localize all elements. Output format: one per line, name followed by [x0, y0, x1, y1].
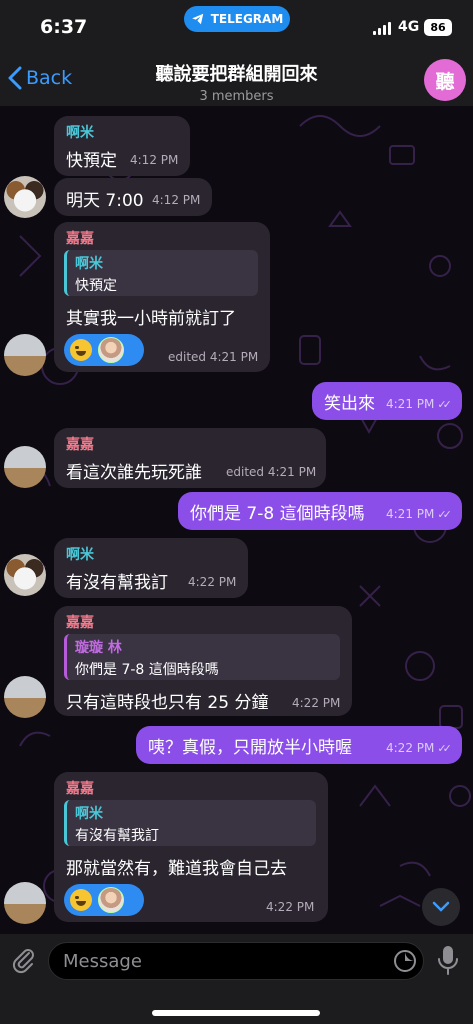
message-time: edited 4:21 PM [226, 465, 317, 479]
telegram-icon [191, 13, 203, 25]
reply-text: 有沒有幫我訂 [75, 828, 159, 844]
member-count: 3 members [199, 89, 274, 104]
telegram-pill-label: TELEGRAM [210, 12, 284, 26]
status-time: 6:37 [40, 16, 88, 38]
message-text: 看這次誰先玩死誰 [66, 463, 202, 483]
reply-sender: 璇璇 林 [75, 640, 122, 656]
reactor-avatar [98, 887, 124, 913]
message-time: 4:22 PM [188, 575, 237, 589]
sender-avatar[interactable] [4, 882, 46, 924]
message-bubble[interactable]: 啊米 有沒有幫我訂 4:22 PM [54, 538, 248, 598]
message-text: 那就當然有，難道我會自己去 [66, 859, 287, 879]
reply-preview[interactable]: 啊米 有沒有幫我訂 [64, 800, 316, 846]
paperclip-icon[interactable] [10, 946, 38, 974]
message-time-text: 4:22 PM [386, 741, 435, 755]
reaction-chip[interactable] [64, 884, 144, 916]
sender-name: 啊米 [66, 547, 94, 563]
back-label: Back [26, 67, 73, 89]
message-text: 其實我一小時前就訂了 [66, 309, 236, 329]
back-button[interactable]: Back [8, 66, 72, 90]
signal-icon [373, 22, 391, 35]
message-time: 4:12 PM [152, 193, 201, 207]
scroll-to-bottom-button[interactable] [422, 888, 460, 926]
microphone-icon[interactable] [436, 944, 460, 976]
status-bar: 6:37 TELEGRAM 4G 86 [0, 0, 473, 56]
message-bubble[interactable]: 嘉嘉 啊米 有沒有幫我訂 那就當然有，難道我會自己去 4:22 PM [54, 772, 328, 922]
message-time-text: 4:21 PM [386, 507, 435, 521]
battery-indicator: 86 [424, 19, 452, 36]
message-time: 4:12 PM [130, 153, 179, 167]
sender-avatar[interactable] [4, 676, 46, 718]
reply-text: 快預定 [75, 278, 117, 294]
back-chevron-icon [8, 66, 22, 90]
chat-header: Back 聽說要把群組開回來 3 members 聽 [0, 56, 473, 106]
reply-preview[interactable]: 啊米 快預定 [64, 250, 258, 296]
message-text: 有沒有幫我訂 [66, 573, 168, 593]
reply-sender: 啊米 [75, 256, 103, 272]
message-text: 快預定 [66, 151, 117, 171]
message-time: 4:21 PM ✓✓ [386, 507, 452, 521]
network-type: 4G [398, 19, 420, 35]
sender-avatar[interactable] [4, 554, 46, 596]
message-bubble[interactable]: 你們是 7-8 這個時段嗎 4:21 PM ✓✓ [178, 492, 462, 530]
message-bubble[interactable]: 明天 7:00 4:12 PM [54, 178, 212, 216]
chevron-down-icon [432, 901, 450, 912]
chat-title-area[interactable]: 聽說要把群組開回來 3 members [100, 60, 373, 104]
sender-name: 嘉嘉 [66, 231, 94, 247]
message-bubble[interactable]: 嘉嘉 看這次誰先玩死誰 edited 4:21 PM [54, 428, 326, 488]
message-time: 4:22 PM [266, 900, 315, 914]
sender-name: 嘉嘉 [66, 615, 94, 631]
message-input[interactable] [48, 942, 424, 980]
message-time: edited 4:21 PM [168, 350, 259, 364]
sender-name: 嘉嘉 [66, 781, 94, 797]
message-bubble[interactable]: 咦？真假，只開放半小時喔 4:22 PM ✓✓ [136, 726, 462, 764]
double-check-icon: ✓✓ [437, 398, 452, 411]
message-bubble[interactable]: 嘉嘉 啊米 快預定 其實我一小時前就訂了 edited 4:21 PM [54, 222, 270, 372]
message-bubble[interactable]: 嘉嘉 璇璇 林 你們是 7-8 這個時段嗎 只有這時段也只有 25 分鐘 4:2… [54, 606, 352, 716]
sender-avatar[interactable] [4, 334, 46, 376]
message-list[interactable]: 啊米 快預定 4:12 PM 明天 7:00 4:12 PM 嘉嘉 啊米 快預定… [0, 106, 473, 934]
chat-title: 聽說要把群組開回來 [155, 64, 318, 85]
message-text: 你們是 7-8 這個時段嗎 [190, 504, 365, 524]
message-text: 笑出來 [324, 394, 375, 414]
telegram-app-pill[interactable]: TELEGRAM [184, 6, 290, 32]
sender-avatar[interactable] [4, 176, 46, 218]
home-indicator [152, 1010, 320, 1016]
reply-sender: 啊米 [75, 806, 103, 822]
double-check-icon: ✓✓ [437, 742, 452, 755]
reaction-chip[interactable] [64, 334, 144, 366]
message-time: 4:22 PM ✓✓ [386, 741, 452, 755]
message-time-text: 4:21 PM [386, 397, 435, 411]
sticker-icon[interactable] [392, 948, 418, 974]
message-text: 明天 7:00 [66, 191, 144, 211]
message-bubble[interactable]: 笑出來 4:21 PM ✓✓ [312, 382, 462, 420]
laughing-emoji-icon [70, 889, 92, 911]
message-text: 只有這時段也只有 25 分鐘 [66, 693, 269, 713]
message-text: 咦？真假，只開放半小時喔 [148, 738, 352, 758]
reactor-avatar [98, 337, 124, 363]
reply-preview[interactable]: 璇璇 林 你們是 7-8 這個時段嗎 [64, 634, 340, 680]
reply-text: 你們是 7-8 這個時段嗎 [75, 662, 219, 678]
sender-name: 啊米 [66, 125, 94, 141]
double-check-icon: ✓✓ [437, 508, 452, 521]
group-avatar[interactable]: 聽 [424, 59, 466, 101]
message-time: 4:21 PM ✓✓ [386, 397, 452, 411]
laughing-emoji-icon [70, 339, 92, 361]
message-time: 4:22 PM [292, 696, 341, 710]
sender-name: 嘉嘉 [66, 437, 94, 453]
message-bubble[interactable]: 啊米 快預定 4:12 PM [54, 116, 190, 176]
sender-avatar[interactable] [4, 446, 46, 488]
